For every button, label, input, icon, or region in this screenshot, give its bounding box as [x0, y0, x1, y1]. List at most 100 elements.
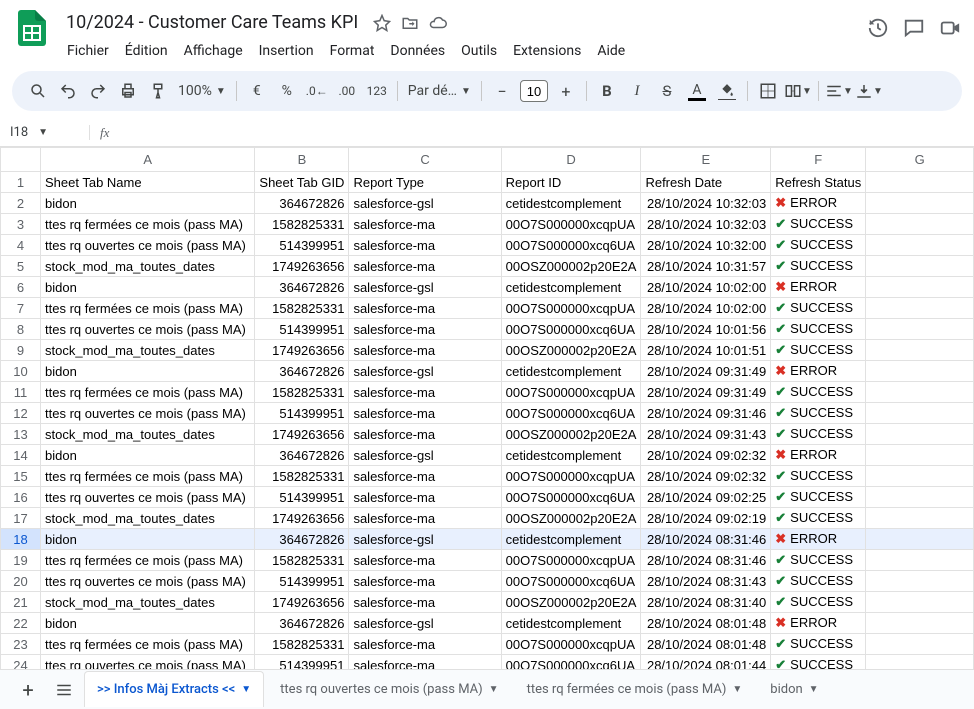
row-header-10[interactable]: 10 [1, 361, 41, 382]
cell[interactable]: 00OSZ000002p20E2A [501, 424, 641, 445]
cell[interactable]: 00OSZ000002p20E2A [501, 508, 641, 529]
col-header-B[interactable]: B [255, 148, 349, 172]
cell[interactable]: stock_mod_ma_toutes_dates [41, 508, 255, 529]
status-cell[interactable]: ERROR [771, 193, 866, 214]
menu-données[interactable]: Données [383, 39, 452, 63]
cell[interactable] [866, 613, 974, 634]
add-sheet-icon[interactable]: + [12, 674, 44, 706]
vertical-align-icon[interactable]: ▼ [855, 77, 883, 105]
cell[interactable]: 364672826 [255, 361, 349, 382]
col-header-C[interactable]: C [349, 148, 501, 172]
fill-color-icon[interactable] [713, 77, 741, 105]
cell[interactable] [866, 298, 974, 319]
row-header-2[interactable]: 2 [1, 193, 41, 214]
zoom-dropdown[interactable]: 100%▼ [174, 83, 230, 99]
cell[interactable]: cetidestcomplement [501, 361, 641, 382]
cell[interactable]: 28/10/2024 10:02:00 [641, 277, 771, 298]
cell[interactable]: 00O7S000000xcq6UA [501, 403, 641, 424]
row-header-17[interactable]: 17 [1, 508, 41, 529]
row-header-7[interactable]: 7 [1, 298, 41, 319]
cell[interactable]: 00O7S000000xcqpUA [501, 382, 641, 403]
cell[interactable]: 28/10/2024 08:31:46 [641, 550, 771, 571]
row-header-3[interactable]: 3 [1, 214, 41, 235]
document-title[interactable]: 10/2024 - Customer Care Teams KPI [60, 10, 364, 35]
col-header-F[interactable]: F [771, 148, 866, 172]
row-header-18[interactable]: 18 [1, 529, 41, 550]
menu-aide[interactable]: Aide [590, 39, 632, 63]
cell[interactable]: stock_mod_ma_toutes_dates [41, 424, 255, 445]
cell[interactable]: 364672826 [255, 529, 349, 550]
cell[interactable]: 00O7S000000xcqpUA [501, 214, 641, 235]
row-header-6[interactable]: 6 [1, 277, 41, 298]
cell[interactable]: 28/10/2024 09:02:32 [641, 466, 771, 487]
search-icon[interactable] [24, 77, 52, 105]
header-cell[interactable]: Refresh Status [771, 172, 866, 193]
cell[interactable]: salesforce-ma [349, 508, 501, 529]
cell[interactable]: bidon [41, 445, 255, 466]
status-cell[interactable]: SUCCESS [771, 634, 866, 655]
cell[interactable]: ttes rq fermées ce mois (pass MA) [41, 382, 255, 403]
header-cell[interactable]: Sheet Tab GID [255, 172, 349, 193]
sheet-tab[interactable]: ttes rq ouvertes ce mois (pass MA)▼ [268, 672, 510, 708]
cell[interactable] [866, 277, 974, 298]
row-header-23[interactable]: 23 [1, 634, 41, 655]
sheet-tab[interactable]: bidon▼ [758, 672, 830, 708]
cell[interactable]: ttes rq fermées ce mois (pass MA) [41, 550, 255, 571]
cell[interactable]: 1749263656 [255, 508, 349, 529]
header-cell[interactable]: Report Type [349, 172, 501, 193]
cell[interactable] [866, 550, 974, 571]
cell[interactable]: 28/10/2024 10:32:03 [641, 193, 771, 214]
row-header-8[interactable]: 8 [1, 319, 41, 340]
sheets-logo[interactable] [12, 8, 52, 48]
cell[interactable]: 1749263656 [255, 340, 349, 361]
meet-icon[interactable] [938, 16, 962, 40]
cell[interactable]: ttes rq fermées ce mois (pass MA) [41, 214, 255, 235]
undo-icon[interactable] [54, 77, 82, 105]
cell[interactable]: 28/10/2024 08:01:48 [641, 613, 771, 634]
cell[interactable] [866, 634, 974, 655]
strikethrough-icon[interactable]: S [653, 77, 681, 105]
chevron-down-icon[interactable]: ▼ [732, 684, 742, 695]
status-cell[interactable]: SUCCESS [771, 256, 866, 277]
cell[interactable]: 1749263656 [255, 424, 349, 445]
cell[interactable]: salesforce-ma [349, 424, 501, 445]
cell[interactable]: ttes rq fermées ce mois (pass MA) [41, 466, 255, 487]
cell[interactable]: cetidestcomplement [501, 613, 641, 634]
cell[interactable] [866, 592, 974, 613]
row-header-16[interactable]: 16 [1, 487, 41, 508]
cell[interactable] [866, 466, 974, 487]
status-cell[interactable]: SUCCESS [771, 403, 866, 424]
row-header-14[interactable]: 14 [1, 445, 41, 466]
status-cell[interactable]: SUCCESS [771, 550, 866, 571]
row-header-21[interactable]: 21 [1, 592, 41, 613]
horizontal-align-icon[interactable]: ▼ [825, 77, 853, 105]
cell[interactable]: salesforce-gsl [349, 445, 501, 466]
name-box[interactable]: I18▼ [0, 125, 90, 140]
cell[interactable]: 1749263656 [255, 592, 349, 613]
cell[interactable]: 28/10/2024 08:31:43 [641, 571, 771, 592]
cell[interactable]: 514399951 [255, 571, 349, 592]
cell[interactable]: salesforce-gsl [349, 529, 501, 550]
cell[interactable]: 1582825331 [255, 634, 349, 655]
status-cell[interactable]: SUCCESS [771, 424, 866, 445]
menu-extensions[interactable]: Extensions [506, 39, 588, 63]
cell[interactable]: 28/10/2024 08:31:46 [641, 529, 771, 550]
status-cell[interactable]: ERROR [771, 529, 866, 550]
col-header-A[interactable]: A [41, 148, 255, 172]
percent-button[interactable]: % [273, 77, 301, 105]
cell[interactable]: stock_mod_ma_toutes_dates [41, 592, 255, 613]
cell[interactable]: 28/10/2024 10:01:51 [641, 340, 771, 361]
cell[interactable]: 00O7S000000xcq6UA [501, 319, 641, 340]
cell[interactable]: 00O7S000000xcqpUA [501, 466, 641, 487]
cell[interactable]: salesforce-ma [349, 634, 501, 655]
cell[interactable]: ttes rq ouvertes ce mois (pass MA) [41, 319, 255, 340]
cell[interactable]: salesforce-ma [349, 340, 501, 361]
star-icon[interactable] [372, 13, 392, 33]
col-header-G[interactable]: G [866, 148, 974, 172]
cell[interactable]: 364672826 [255, 277, 349, 298]
cell[interactable]: cetidestcomplement [501, 529, 641, 550]
cell[interactable]: 28/10/2024 10:01:56 [641, 319, 771, 340]
cell[interactable]: ttes rq ouvertes ce mois (pass MA) [41, 403, 255, 424]
cell[interactable] [866, 445, 974, 466]
cell[interactable]: salesforce-ma [349, 382, 501, 403]
